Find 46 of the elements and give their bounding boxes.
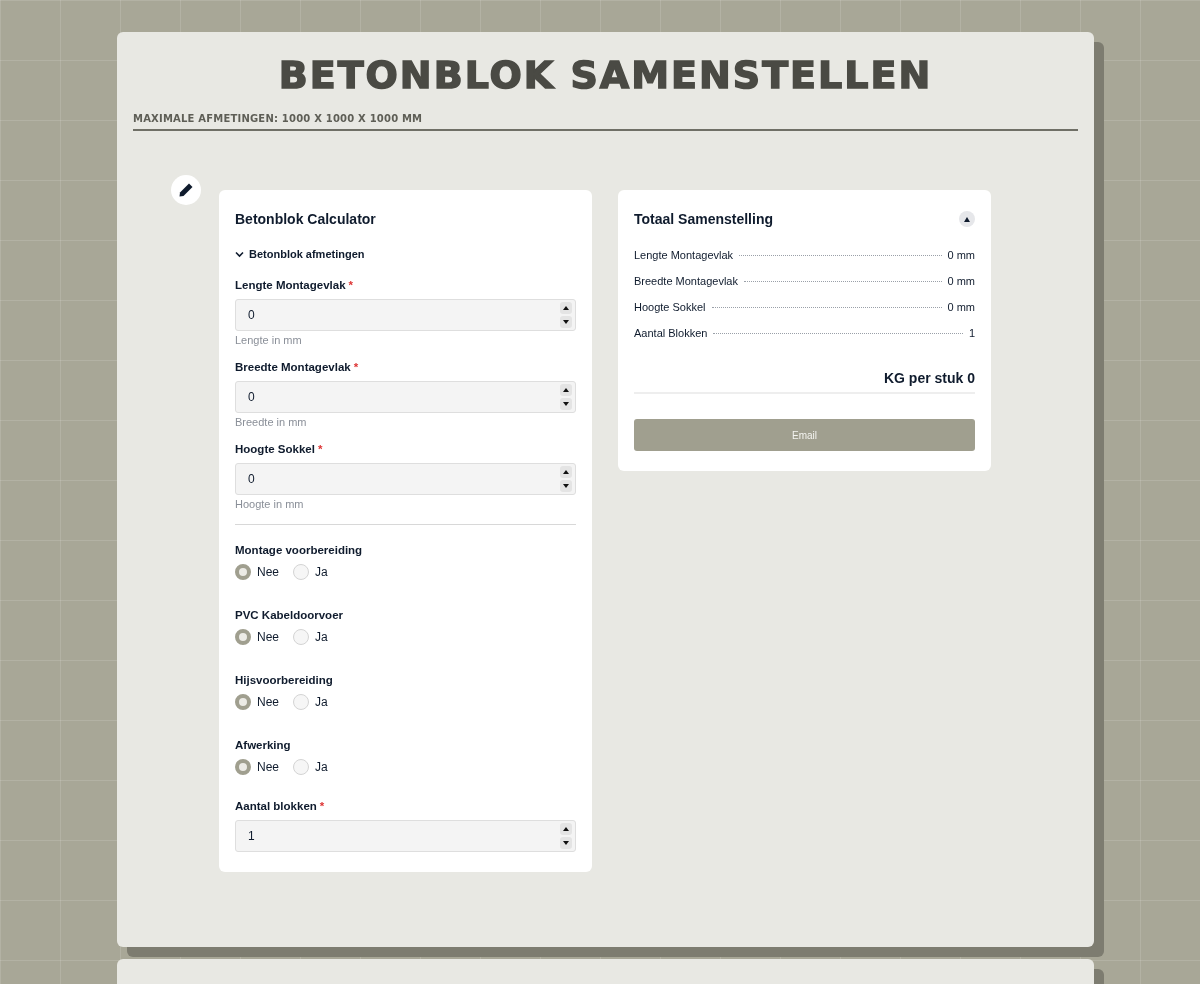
section-toggle[interactable]: Betonblok afmetingen: [235, 248, 365, 260]
summary-value: 1: [968, 327, 975, 339]
spinner-icon[interactable]: [560, 823, 572, 849]
collapse-button[interactable]: [959, 211, 975, 227]
edit-button[interactable]: [171, 175, 201, 205]
summary-label: Lengte Montagevlak: [634, 249, 734, 261]
summary-label: Breedte Montagevlak: [634, 275, 738, 287]
radio-option[interactable]: Nee: [235, 629, 279, 645]
field-hint: Lengte in mm: [235, 334, 303, 346]
summary-value: 0 mm: [947, 301, 975, 313]
number-field[interactable]: 0: [235, 381, 576, 413]
radio-option[interactable]: Nee: [235, 564, 279, 580]
card-title: Betonblok Calculator: [235, 210, 377, 228]
field-hint: Breedte in mm: [235, 416, 308, 428]
spinner-icon[interactable]: [560, 466, 572, 492]
triangle-icon: [964, 216, 970, 222]
page-subtitle: MAXIMALE AFMETINGEN: 1000 X 1000 X 1000 MM: [133, 113, 423, 124]
radio-option[interactable]: Nee: [235, 694, 279, 710]
pencil-icon: [178, 182, 194, 198]
field-label: Lengte Montagevlak *: [235, 278, 355, 293]
field-label: Aantal blokken *: [235, 799, 326, 814]
option-label: PVC Kabeldoorvoer: [235, 608, 344, 623]
radio-option[interactable]: Ja: [293, 564, 328, 580]
summary-label: Hoogte Sokkel: [634, 301, 706, 313]
summary-value: 0 mm: [947, 249, 975, 261]
weight-total: KG per stuk 0: [883, 370, 975, 386]
option-label: Hijsvoorbereiding: [235, 673, 334, 688]
field-hint: Hoogte in mm: [235, 498, 305, 510]
spinner-icon[interactable]: [560, 384, 572, 410]
radio-option[interactable]: Nee: [235, 759, 279, 775]
card-title: Totaal Samenstelling: [634, 210, 773, 228]
field-label: Breedte Montagevlak *: [235, 360, 360, 375]
summary-label: Aantal Blokken: [634, 327, 708, 339]
option-label: Montage voorbereiding: [235, 543, 364, 558]
option-label: Afwerking: [235, 738, 292, 753]
number-field[interactable]: 1: [235, 820, 576, 852]
number-field[interactable]: 0: [235, 463, 576, 495]
chevron-icon: [235, 249, 244, 259]
page-title: BETONBLOK SAMENSTELLEN: [277, 52, 934, 98]
spinner-icon[interactable]: [560, 302, 572, 328]
field-label: Hoogte Sokkel *: [235, 442, 324, 457]
radio-option[interactable]: Ja: [293, 759, 328, 775]
summary-value: 0 mm: [947, 275, 975, 287]
radio-option[interactable]: Ja: [293, 629, 328, 645]
number-field[interactable]: 0: [235, 299, 576, 331]
radio-option[interactable]: Ja: [293, 694, 328, 710]
